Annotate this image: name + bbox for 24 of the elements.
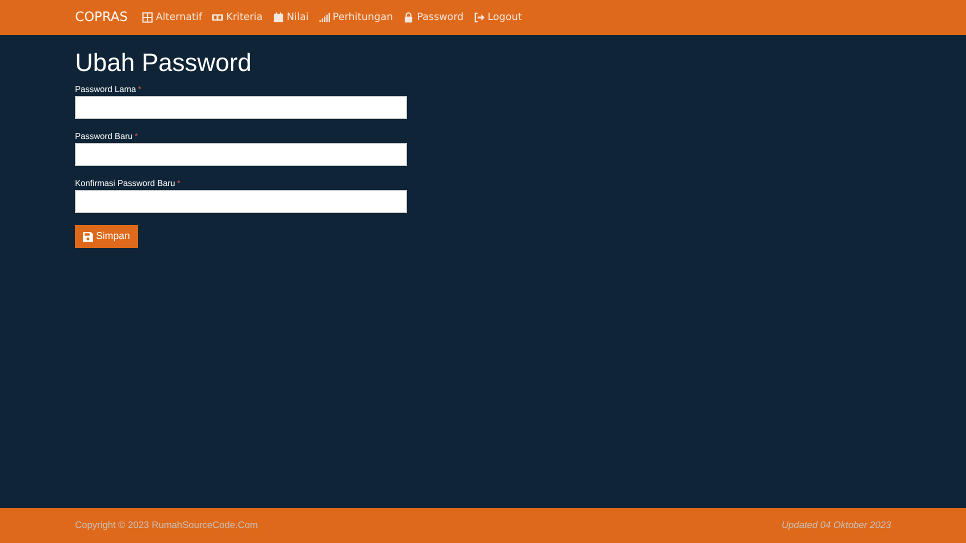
field-label: Password Baru *: [75, 131, 139, 141]
nav-link[interactable]: Kriteria: [212, 12, 263, 23]
brand-link[interactable]: COPRAS: [75, 10, 128, 25]
password-field[interactable]: [75, 190, 407, 213]
floppy-icon: [83, 232, 93, 242]
field-label: Password Lama *: [75, 84, 142, 94]
password-field[interactable]: [75, 143, 407, 166]
field-label: Konfirmasi Password Baru *: [75, 178, 182, 188]
copyright-text: Copyright © 2023 RumahSourceCode.Com: [75, 520, 258, 531]
page-title: Ubah Password: [75, 49, 252, 78]
updated-text: Updated 04 Oktober 2023: [782, 520, 891, 531]
nav-link[interactable]: Nilai: [272, 12, 309, 23]
calendar-icon: [272, 12, 284, 23]
nav-link[interactable]: Password: [402, 12, 464, 23]
nav-link[interactable]: Logout: [474, 12, 522, 23]
signal-icon: [318, 12, 330, 23]
table-icon: [142, 12, 153, 23]
logout-icon: [474, 12, 485, 23]
nav-link[interactable]: Alternatif: [142, 12, 202, 23]
card-icon: [212, 12, 224, 23]
password-field[interactable]: [75, 96, 407, 119]
nav-link[interactable]: Perhitungan: [318, 12, 393, 23]
lock-icon: [402, 12, 414, 23]
save-button[interactable]: Simpan: [75, 225, 138, 248]
